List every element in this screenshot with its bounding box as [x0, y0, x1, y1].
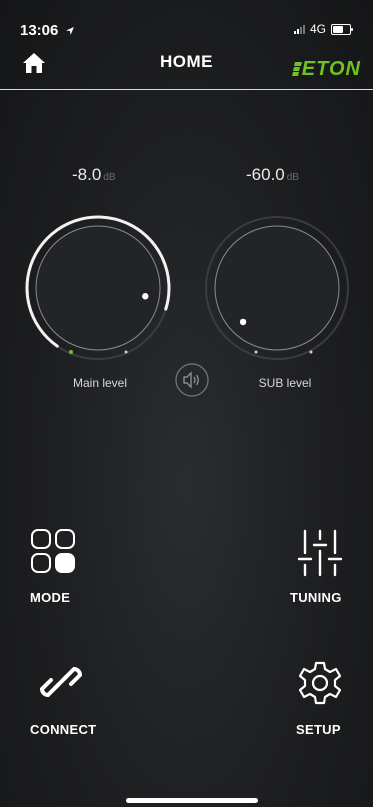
header-divider: [0, 89, 373, 90]
gear-icon[interactable]: [297, 660, 343, 706]
location-arrow-icon: [65, 27, 74, 36]
min-marker: [254, 350, 258, 354]
min-marker: [69, 350, 73, 354]
mode-button[interactable]: MODE: [30, 590, 70, 605]
main-level-value: -8.0 dB: [72, 165, 116, 184]
sub-level-knob[interactable]: [201, 212, 353, 364]
sub-level-indicator: [239, 318, 247, 326]
connect-button[interactable]: CONNECT: [30, 722, 96, 737]
status-time: 13:06: [20, 22, 75, 39]
main-level-knob[interactable]: [22, 212, 174, 364]
signal-icon: [293, 24, 305, 34]
sub-level-value: -60.0 dB: [246, 165, 299, 184]
main-level-indicator: [142, 293, 149, 300]
status-indicators: 4G: [293, 22, 353, 36]
main-level-label: Main level: [72, 376, 128, 390]
link-icon[interactable]: [38, 659, 84, 705]
network-type: 4G: [309, 22, 326, 36]
eton-logo: ETON: [291, 58, 361, 81]
speaker-icon: [183, 371, 199, 389]
speaker-mute-button[interactable]: [174, 362, 210, 398]
tuning-icon[interactable]: [297, 528, 343, 578]
max-marker: [309, 350, 313, 354]
battery-icon: [331, 23, 353, 35]
setup-button[interactable]: SETUP: [296, 722, 341, 737]
logo-mark-icon: [291, 62, 302, 76]
sub-level-label: SUB level: [258, 376, 312, 390]
home-indicator: [126, 798, 258, 803]
mode-icon[interactable]: [30, 528, 76, 574]
tuning-button[interactable]: TUNING: [290, 590, 342, 605]
max-marker: [124, 350, 128, 354]
